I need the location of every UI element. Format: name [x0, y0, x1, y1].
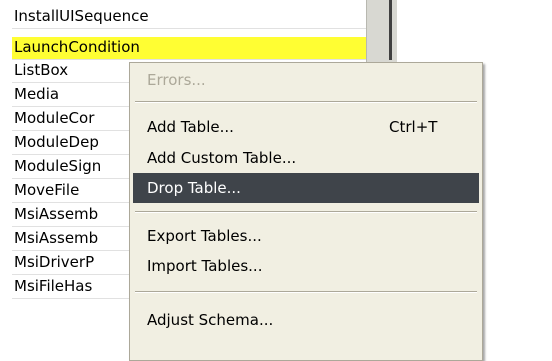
menu-separator	[135, 291, 477, 293]
splitter-divider-line	[389, 0, 392, 60]
menu-separator	[135, 211, 477, 213]
menu-item-errors: Errors...	[147, 71, 206, 89]
menu-item-import-tables[interactable]: Import Tables...	[133, 251, 479, 281]
menu-item-drop-table[interactable]: Drop Table...	[133, 173, 479, 203]
menu-shortcut-add-table: Ctrl+T	[389, 118, 438, 136]
menu-item-add-table-label: Add Table...	[147, 118, 234, 136]
menu-item-add-table[interactable]: Add Table... Ctrl+T	[133, 112, 479, 142]
menu-item-export-tables[interactable]: Export Tables...	[133, 221, 479, 251]
menu-item-add-custom-table[interactable]: Add Custom Table...	[133, 143, 479, 173]
menu-item-adjust-schema[interactable]: Adjust Schema...	[133, 305, 479, 335]
list-item-selected[interactable]: LaunchCondition	[12, 37, 366, 60]
menu-separator	[135, 101, 477, 103]
list-item[interactable]: InstallUISequence	[12, 6, 366, 29]
context-menu: Errors... Add Table... Ctrl+T Add Custom…	[129, 62, 483, 361]
